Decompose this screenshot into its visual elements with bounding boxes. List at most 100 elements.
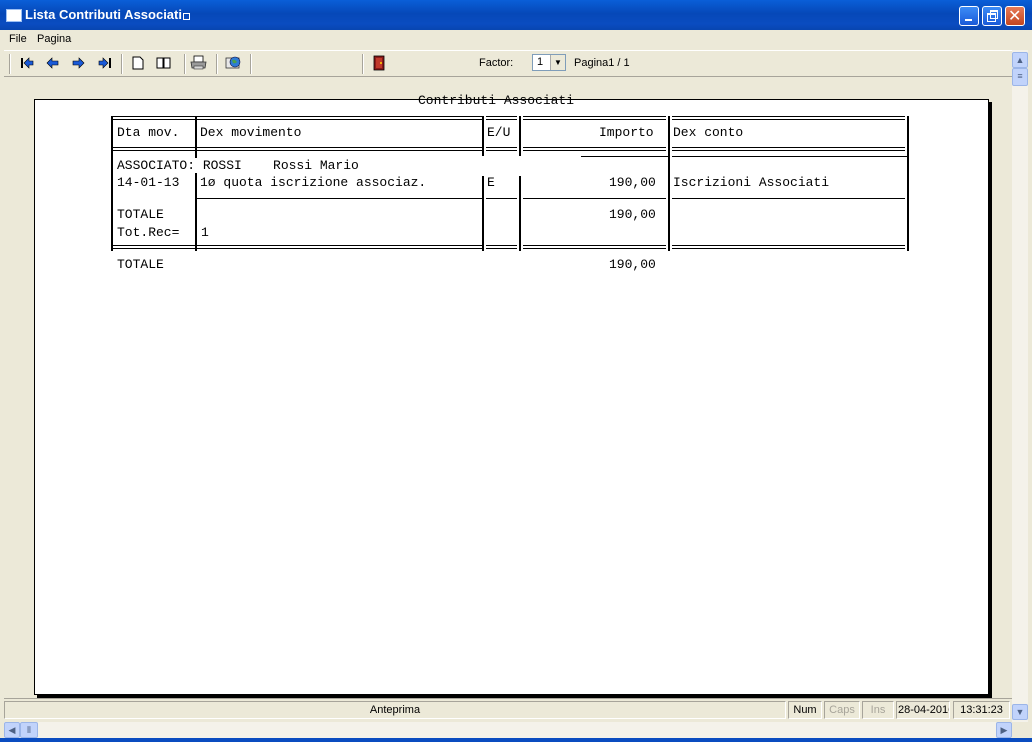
toolbar-separator xyxy=(250,54,252,74)
status-date: 28-04-2016 xyxy=(896,701,950,719)
app-window: Lista Contributi Associati ✕ File Pagina xyxy=(0,0,1032,742)
column-divider xyxy=(519,176,521,251)
close-button[interactable]: ✕ xyxy=(1005,6,1025,26)
scroll-thumb[interactable]: ≡ xyxy=(1012,68,1028,86)
toolbar-separator xyxy=(216,54,218,74)
export-web-icon[interactable] xyxy=(224,54,242,72)
rule xyxy=(197,147,482,148)
restore-button[interactable] xyxy=(982,6,1002,26)
first-page-icon[interactable] xyxy=(18,54,36,72)
rule xyxy=(523,150,666,151)
hscroll-thumb[interactable]: ⦀ xyxy=(20,722,38,738)
grand-total-label: TOTALE xyxy=(117,257,164,272)
header-eu: E/U xyxy=(487,125,511,140)
rule xyxy=(197,119,482,120)
rule xyxy=(113,245,195,246)
scroll-right-icon[interactable]: ▶ xyxy=(996,722,1012,738)
header-amount: Importo xyxy=(599,125,654,140)
toolbar: Factor: 1 ▼ Pagina1 / 1 xyxy=(4,50,1012,77)
rule xyxy=(486,147,517,148)
rule xyxy=(672,198,905,199)
printer-icon[interactable] xyxy=(190,54,208,72)
exit-door-glyph xyxy=(373,55,385,71)
column-divider xyxy=(195,116,197,251)
two-pages-glyph xyxy=(156,57,171,69)
column-divider xyxy=(482,116,484,156)
scroll-up-icon[interactable]: ▲ xyxy=(1012,52,1028,68)
rule xyxy=(486,248,517,249)
rule xyxy=(486,198,517,199)
last-page-icon[interactable] xyxy=(96,54,114,72)
exit-door-icon[interactable] xyxy=(370,54,388,72)
status-num: Num xyxy=(788,701,822,719)
menu-file[interactable]: File xyxy=(9,33,27,45)
menu-pagina[interactable]: Pagina xyxy=(37,33,71,45)
column-divider xyxy=(482,176,484,251)
rule xyxy=(672,116,905,117)
vertical-scrollbar[interactable]: ▲ ≡ ▼ xyxy=(1012,50,1028,722)
export-web-glyph xyxy=(225,56,241,69)
menu-bar: File Pagina xyxy=(4,30,1028,49)
rule xyxy=(672,150,905,151)
rule xyxy=(486,150,517,151)
rule xyxy=(197,245,482,246)
restore-indicator-icon xyxy=(183,13,190,20)
factor-select[interactable]: 1 ▼ xyxy=(532,54,566,71)
row-account: Iscrizioni Associati xyxy=(673,175,830,190)
rule xyxy=(672,248,905,249)
toolbar-separator xyxy=(121,54,123,74)
chevron-down-icon[interactable]: ▼ xyxy=(550,55,565,70)
rule xyxy=(113,248,195,249)
two-pages-icon[interactable] xyxy=(155,54,173,72)
rule xyxy=(523,116,666,117)
record-count-value: 1 xyxy=(201,225,209,240)
report-title: Contributi Associati xyxy=(418,93,575,108)
toolbar-separator xyxy=(184,54,186,74)
previous-page-icon[interactable] xyxy=(44,54,62,72)
status-time: 13:31:23 xyxy=(953,701,1010,719)
rule xyxy=(197,116,482,117)
rule xyxy=(523,119,666,120)
window-bottom-border xyxy=(0,738,1032,742)
restore-icon xyxy=(987,13,996,22)
minimize-button[interactable] xyxy=(959,6,979,26)
toolbar-grip xyxy=(9,54,11,74)
header-date: Dta mov. xyxy=(117,125,180,140)
row-amount: 190,00 xyxy=(609,175,656,190)
row-eu: E xyxy=(487,175,495,190)
rule xyxy=(523,147,666,148)
header-description: Dex movimento xyxy=(200,125,302,140)
record-count-label: Tot.Rec= xyxy=(117,225,180,240)
single-page-icon[interactable] xyxy=(129,54,147,72)
column-divider xyxy=(668,116,670,251)
column-divider xyxy=(519,116,521,156)
rule xyxy=(486,119,517,120)
next-page-icon[interactable] xyxy=(69,54,87,72)
row-date: 14-01-13 xyxy=(117,175,180,190)
preview-area: Contributi Associati Dta mov. Dex movime… xyxy=(4,77,1012,696)
rule xyxy=(197,198,482,199)
rule xyxy=(672,156,908,157)
rule xyxy=(113,119,195,120)
header-account: Dex conto xyxy=(673,125,744,140)
rule xyxy=(523,245,666,246)
rule xyxy=(113,150,195,151)
subtotal-amount: 190,00 xyxy=(609,207,656,222)
toolbar-separator xyxy=(362,54,364,74)
window-title: Lista Contributi Associati xyxy=(25,7,182,22)
rule xyxy=(523,248,666,249)
scroll-left-icon[interactable]: ◀ xyxy=(4,722,20,738)
first-page-glyph xyxy=(21,57,34,69)
scroll-down-icon[interactable]: ▼ xyxy=(1012,704,1028,720)
rule xyxy=(486,245,517,246)
factor-label: Factor: xyxy=(479,57,514,69)
rule xyxy=(197,248,482,249)
horizontal-scrollbar[interactable]: ◀ ⦀ ▶ xyxy=(4,722,1012,738)
status-ins: Ins xyxy=(862,701,894,719)
table-border-left xyxy=(111,116,113,251)
minimize-icon xyxy=(965,19,972,21)
row-description: 1ø quota iscrizione associaz. xyxy=(200,175,427,190)
title-bar: Lista Contributi Associati ✕ xyxy=(0,0,1032,30)
previous-page-glyph xyxy=(46,57,59,69)
printer-glyph xyxy=(190,55,207,70)
